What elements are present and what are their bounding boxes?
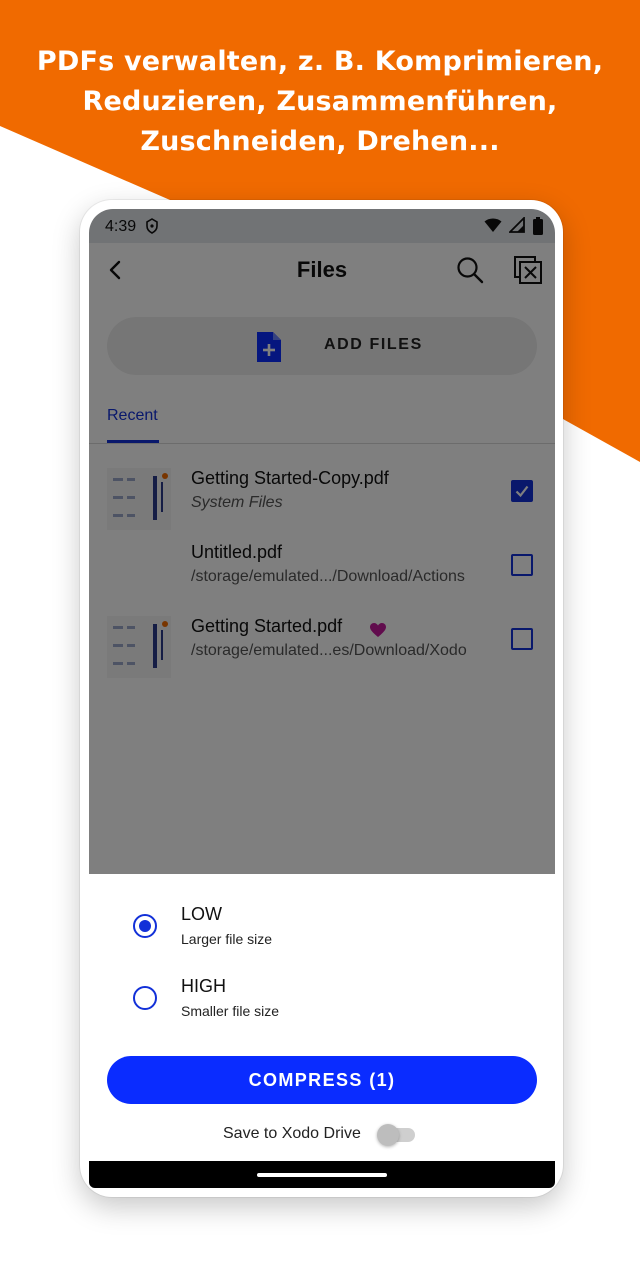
promo-headline-line-3: Zuschneiden, Drehen... (140, 126, 500, 157)
wifi-icon (484, 218, 502, 232)
close-selection-icon[interactable] (513, 255, 543, 285)
radio-button-selected[interactable] (133, 914, 157, 938)
search-icon[interactable] (455, 255, 485, 285)
home-indicator[interactable] (257, 1173, 387, 1177)
file-name: Getting Started-Copy.pdf (191, 468, 389, 488)
file-row[interactable]: Getting Started-Copy.pdf System Files (89, 462, 555, 536)
option-label: HIGH (181, 976, 226, 996)
status-time: 4:39 (105, 218, 137, 235)
add-files-button[interactable]: ADD FILES (107, 317, 537, 375)
file-checkbox[interactable] (511, 628, 533, 650)
lock-icon (146, 218, 158, 234)
pdf-thumbnail (107, 616, 171, 678)
page-title: Files (296, 257, 348, 282)
file-row[interactable]: Getting Started.pdf /storage/emulated...… (89, 610, 555, 684)
heart-icon (370, 623, 386, 637)
save-to-drive-toggle[interactable] (377, 1122, 417, 1146)
file-path: System Files (191, 494, 283, 511)
file-name: Getting Started.pdf (191, 616, 343, 636)
promo-headline: PDFs verwalten, z. B. Komprimieren, Redu… (0, 42, 640, 162)
file-checkbox[interactable] (511, 554, 533, 576)
promo-headline-line-1: PDFs verwalten, z. B. Komprimieren, (36, 46, 604, 77)
files-screen: Files ADD FILES Recent Getting Started-C… (89, 243, 555, 874)
status-bar: 4:39 (89, 209, 555, 243)
option-description: Smaller file size (181, 1003, 280, 1019)
file-name: Untitled.pdf (191, 542, 283, 562)
option-description: Larger file size (181, 931, 273, 947)
option-label: LOW (181, 904, 223, 924)
option-low[interactable]: LOW Larger file size (89, 900, 555, 960)
file-checkbox[interactable] (511, 480, 533, 502)
add-files-label: ADD FILES (324, 336, 423, 353)
tab-recent[interactable]: Recent (107, 407, 158, 425)
save-to-drive-label: Save to Xodo Drive (223, 1125, 361, 1142)
add-file-icon (257, 332, 281, 362)
battery-icon (533, 217, 543, 235)
pdf-thumbnail (107, 468, 171, 530)
file-path: /storage/emulated.../Download/Actions (191, 568, 465, 585)
file-row[interactable]: Untitled.pdf /storage/emulated.../Downlo… (89, 536, 555, 610)
check-icon (515, 485, 529, 498)
system-nav-bar (89, 1161, 555, 1188)
radio-button[interactable] (133, 986, 157, 1010)
phone-screen: 4:39 Files ADD FILES Recent Getting Star… (89, 209, 555, 1188)
tab-divider (89, 443, 555, 444)
file-path: /storage/emulated...es/Download/Xodo (191, 642, 467, 659)
compress-bottom-sheet: LOW Larger file size HIGH Smaller file s… (89, 874, 555, 1161)
phone-frame: 4:39 Files ADD FILES Recent Getting Star… (80, 200, 563, 1197)
compress-button[interactable]: COMPRESS (1) (107, 1056, 537, 1104)
signal-icon (508, 217, 525, 233)
promo-headline-line-2: Reduzieren, Zusammenführen, (82, 86, 558, 117)
option-high[interactable]: HIGH Smaller file size (89, 972, 555, 1032)
status-icons (484, 217, 543, 235)
